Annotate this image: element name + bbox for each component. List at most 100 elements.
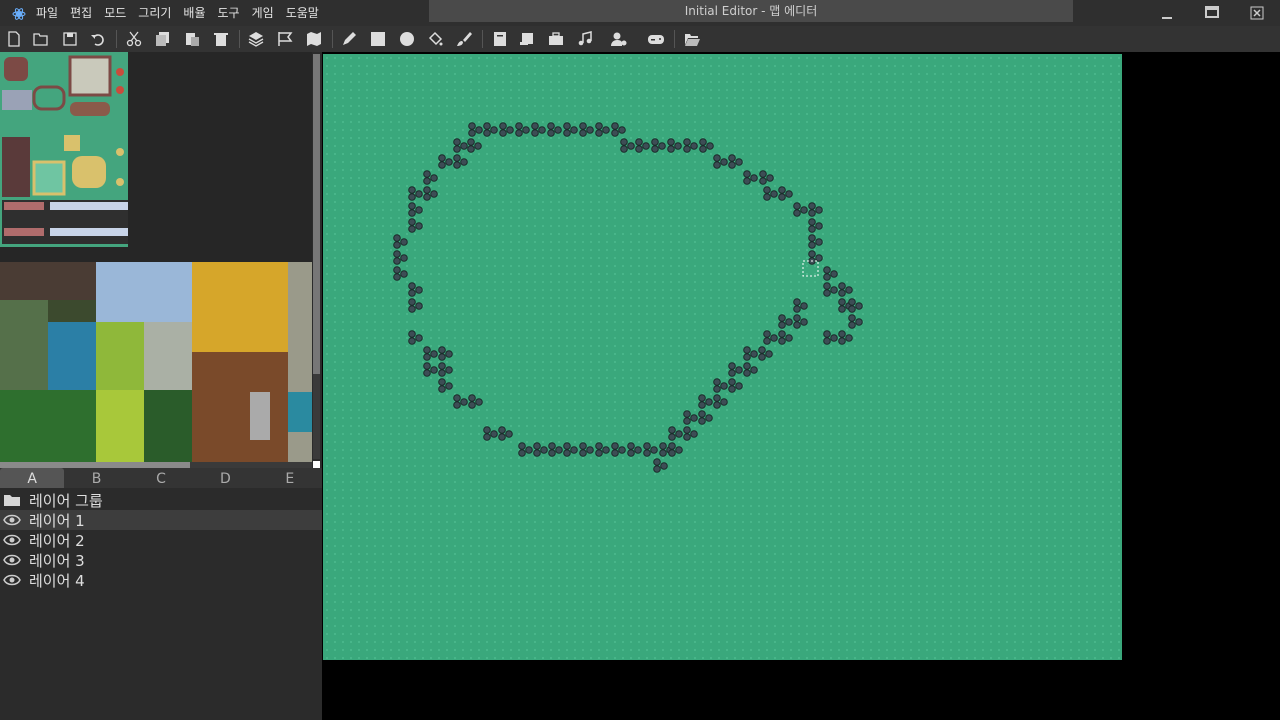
book-icon[interactable]: [490, 29, 510, 49]
rock-tile: [838, 330, 853, 345]
undo-icon[interactable]: [88, 29, 108, 49]
rock-tile: [848, 314, 863, 329]
layer-item-4[interactable]: 레이어 4: [0, 570, 322, 590]
rock-tile: [423, 186, 438, 201]
rock-tile: [453, 394, 468, 409]
rock-tile: [743, 346, 758, 361]
menu-tools[interactable]: 도구: [212, 0, 246, 26]
eye-icon[interactable]: [3, 552, 23, 568]
gamepad-icon[interactable]: [646, 29, 666, 49]
rock-tile: [515, 122, 530, 137]
rock-tile: [653, 458, 668, 473]
tileset-tabs: A B C D E: [0, 468, 322, 488]
toolbox-icon[interactable]: [546, 29, 566, 49]
layer-label: 레이어 4: [29, 571, 85, 590]
rock-tile: [683, 410, 698, 425]
eye-icon[interactable]: [3, 572, 23, 588]
rock-tile: [728, 362, 743, 377]
rock-tile: [408, 298, 423, 313]
layer-label: 레이어 1: [29, 511, 85, 530]
menu-edit[interactable]: 편집: [64, 0, 98, 26]
tab-e[interactable]: E: [258, 468, 322, 488]
rock-tile: [579, 122, 594, 137]
menu-game[interactable]: 게임: [246, 0, 280, 26]
user-settings-icon[interactable]: [609, 29, 629, 49]
rock-tile: [438, 346, 453, 361]
layers-icon[interactable]: [246, 29, 266, 49]
fill-bucket-icon[interactable]: [425, 29, 445, 49]
tileset-vertical-scrollbar[interactable]: [313, 54, 320, 459]
menu-bar: 파일 편집 모드 그리기 배율 도구 게임 도움말: [30, 0, 325, 26]
rock-tile: [579, 442, 594, 457]
rock-tile: [763, 186, 778, 201]
rock-tile: [698, 410, 713, 425]
rock-tile: [683, 426, 698, 441]
menu-draw[interactable]: 그리기: [132, 0, 177, 26]
tileset-palette[interactable]: [0, 52, 312, 462]
scrollbar-thumb[interactable]: [313, 54, 320, 374]
rock-tile: [635, 138, 650, 153]
copy-icon[interactable]: [153, 29, 173, 49]
rock-tile: [643, 442, 658, 457]
rectangle-icon[interactable]: [368, 29, 388, 49]
cut-icon[interactable]: [124, 29, 144, 49]
tab-d[interactable]: D: [193, 468, 257, 488]
rock-tile: [838, 282, 853, 297]
rock-tile: [393, 266, 408, 281]
rock-tile: [408, 218, 423, 233]
map-canvas[interactable]: [323, 54, 1122, 660]
layer-item-1[interactable]: 레이어 1: [0, 510, 322, 530]
window-title: Initial Editor - 맵 에디터: [429, 0, 1073, 22]
rock-tile: [683, 138, 698, 153]
rock-tile: [823, 330, 838, 345]
music-icon[interactable]: [575, 29, 595, 49]
map-viewport[interactable]: [322, 52, 1280, 720]
minimize-button[interactable]: [1156, 4, 1178, 22]
rock-tile: [763, 330, 778, 345]
menu-file[interactable]: 파일: [30, 0, 64, 26]
rock-tile: [848, 298, 863, 313]
layer-item-3[interactable]: 레이어 3: [0, 550, 322, 570]
tab-c[interactable]: C: [129, 468, 193, 488]
save-icon[interactable]: [60, 29, 80, 49]
close-button[interactable]: [1246, 4, 1268, 22]
layer-item-2[interactable]: 레이어 2: [0, 530, 322, 550]
rock-tile: [518, 442, 533, 457]
rock-tile: [759, 170, 774, 185]
menu-mode[interactable]: 모드: [98, 0, 132, 26]
rock-tile: [743, 362, 758, 377]
rock-tile: [713, 378, 728, 393]
menu-zoom[interactable]: 배율: [177, 0, 211, 26]
open-folder-icon[interactable]: [31, 29, 51, 49]
flag-icon[interactable]: [275, 29, 295, 49]
tab-a[interactable]: A: [0, 468, 65, 488]
paste-icon[interactable]: [182, 29, 202, 49]
rock-tile: [423, 346, 438, 361]
rock-tile: [743, 170, 758, 185]
scroll-icon[interactable]: [517, 29, 537, 49]
map-icon[interactable]: [304, 29, 324, 49]
delete-icon[interactable]: [211, 29, 231, 49]
rock-tile: [611, 442, 626, 457]
tab-b[interactable]: B: [64, 468, 128, 488]
pencil-icon[interactable]: [339, 29, 359, 49]
brush-icon[interactable]: [454, 29, 474, 49]
new-file-icon[interactable]: [4, 29, 24, 49]
rock-tile: [778, 186, 793, 201]
rock-tile: [483, 426, 498, 441]
layer-group[interactable]: 레이어 그룹: [0, 490, 322, 510]
eye-icon[interactable]: [3, 532, 23, 548]
rock-tile: [808, 218, 823, 233]
rock-tile: [728, 378, 743, 393]
rock-tile: [808, 234, 823, 249]
rock-tile: [563, 122, 578, 137]
eye-icon[interactable]: [3, 512, 23, 528]
rock-tile: [651, 138, 666, 153]
scrollbar-corner: [313, 461, 320, 468]
rock-tile: [668, 442, 683, 457]
rock-tile: [548, 442, 563, 457]
menu-help[interactable]: 도움말: [280, 0, 325, 26]
circle-icon[interactable]: [397, 29, 417, 49]
maximize-button[interactable]: [1201, 4, 1223, 22]
folder-open-icon[interactable]: [682, 29, 702, 49]
